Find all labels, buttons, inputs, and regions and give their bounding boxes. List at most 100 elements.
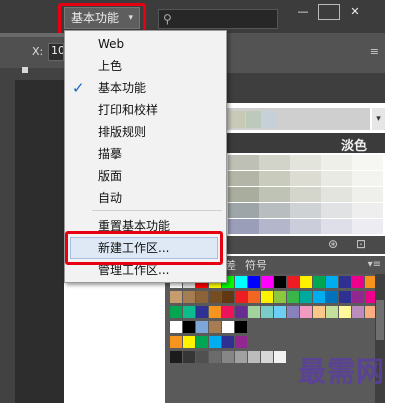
preview-swatch[interactable] — [230, 111, 245, 128]
color-guide-swatch[interactable] — [321, 171, 352, 186]
swatch[interactable] — [339, 291, 351, 303]
menu-item-painting[interactable]: 上色 — [98, 56, 122, 76]
preview-swatch[interactable] — [262, 111, 277, 128]
swatch[interactable] — [261, 351, 273, 363]
color-guide-swatch[interactable] — [352, 155, 383, 170]
swatch[interactable] — [339, 306, 351, 318]
swatch[interactable] — [209, 306, 221, 318]
swatch[interactable] — [352, 291, 364, 303]
swatch[interactable] — [313, 291, 325, 303]
color-guide-swatch[interactable] — [321, 155, 352, 170]
color-guide-swatch[interactable] — [321, 219, 352, 234]
swatch[interactable] — [248, 351, 260, 363]
scrollbar-thumb[interactable] — [376, 300, 384, 340]
swatch[interactable] — [209, 351, 221, 363]
swatch[interactable] — [352, 276, 364, 288]
swatch[interactable] — [248, 276, 260, 288]
color-guide-swatch[interactable] — [352, 219, 383, 234]
swatch[interactable] — [274, 306, 286, 318]
swatch[interactable] — [209, 321, 221, 333]
swatch[interactable] — [196, 321, 208, 333]
swatch[interactable] — [313, 276, 325, 288]
swatch[interactable] — [326, 291, 338, 303]
swatch[interactable] — [339, 276, 351, 288]
color-guide-swatch[interactable] — [352, 187, 383, 202]
color-guide-swatch[interactable] — [290, 219, 321, 234]
color-guide-swatch[interactable] — [259, 187, 290, 202]
color-guide-swatch[interactable] — [228, 187, 259, 202]
swatch[interactable] — [300, 291, 312, 303]
swatch[interactable] — [248, 306, 260, 318]
color-guide-swatch[interactable] — [321, 203, 352, 218]
harmony-dropdown-button[interactable]: ▾ — [372, 108, 385, 130]
menu-item-layout[interactable]: 版面 — [98, 166, 122, 186]
tab-symbols[interactable]: 符号 — [245, 257, 267, 273]
swatch[interactable] — [235, 306, 247, 318]
swatch[interactable] — [183, 351, 195, 363]
menu-item-essentials[interactable]: 基本功能 — [98, 78, 146, 98]
swatch[interactable] — [209, 291, 221, 303]
swatch[interactable] — [274, 291, 286, 303]
swatch[interactable] — [261, 276, 273, 288]
swatch[interactable] — [261, 306, 273, 318]
menu-item-typography[interactable]: 排版规则 — [98, 122, 146, 142]
close-button[interactable]: ✕ — [344, 4, 366, 20]
swatch[interactable] — [183, 321, 195, 333]
swatch[interactable] — [235, 291, 247, 303]
color-guide-swatch[interactable] — [259, 171, 290, 186]
swatch[interactable] — [274, 351, 286, 363]
color-guide-swatch[interactable] — [321, 187, 352, 202]
swatch[interactable] — [196, 351, 208, 363]
swatch[interactable] — [313, 306, 325, 318]
swatch[interactable] — [248, 291, 260, 303]
swatch[interactable] — [274, 276, 286, 288]
color-guide-swatch[interactable] — [352, 203, 383, 218]
color-wheel-icon[interactable]: ⊛ — [328, 237, 338, 251]
color-guide-swatch[interactable] — [290, 203, 321, 218]
swatch[interactable] — [222, 291, 234, 303]
minimize-button[interactable]: — — [292, 4, 314, 20]
color-guide-swatch[interactable] — [290, 155, 321, 170]
swatch[interactable] — [287, 306, 299, 318]
swatch[interactable] — [183, 291, 195, 303]
color-guide-swatch[interactable] — [228, 203, 259, 218]
swatch[interactable] — [196, 291, 208, 303]
color-guide-swatch[interactable] — [228, 171, 259, 186]
color-guide-swatch[interactable] — [259, 219, 290, 234]
swatch[interactable] — [261, 291, 273, 303]
swatch[interactable] — [183, 336, 195, 348]
menu-item-printing-proofing[interactable]: 打印和校样 — [98, 100, 158, 120]
swatch[interactable] — [170, 321, 182, 333]
swatch[interactable] — [326, 306, 338, 318]
swatch[interactable] — [196, 336, 208, 348]
search-input[interactable]: ⚲ — [158, 9, 278, 29]
menu-item-tracing[interactable]: 描摹 — [98, 144, 122, 164]
swatch[interactable] — [170, 336, 182, 348]
maximize-button[interactable] — [318, 4, 340, 20]
swatch[interactable] — [235, 321, 247, 333]
preview-swatch[interactable] — [246, 111, 261, 128]
swatch[interactable] — [287, 276, 299, 288]
swatch[interactable] — [170, 306, 182, 318]
swatch[interactable] — [222, 306, 234, 318]
swatch[interactable] — [300, 276, 312, 288]
color-guide-swatch[interactable] — [290, 187, 321, 202]
swatch[interactable] — [352, 306, 364, 318]
save-to-swatches-icon[interactable]: ⊡ — [356, 237, 366, 251]
color-guide-swatch[interactable] — [259, 155, 290, 170]
swatch[interactable] — [222, 336, 234, 348]
color-guide-swatch[interactable] — [228, 155, 259, 170]
color-guide-swatch[interactable] — [290, 171, 321, 186]
swatch[interactable] — [287, 291, 299, 303]
menu-item-web[interactable]: Web — [98, 34, 124, 54]
color-guide-swatch[interactable] — [352, 171, 383, 186]
panel-menu-icon[interactable]: ≡ — [370, 45, 379, 58]
color-guide-swatch[interactable] — [259, 203, 290, 218]
swatch[interactable] — [209, 336, 221, 348]
swatch[interactable] — [170, 291, 182, 303]
swatch[interactable] — [235, 276, 247, 288]
swatch[interactable] — [170, 351, 182, 363]
color-guide-swatch[interactable] — [228, 219, 259, 234]
swatch[interactable] — [183, 306, 195, 318]
swatch[interactable] — [235, 336, 247, 348]
